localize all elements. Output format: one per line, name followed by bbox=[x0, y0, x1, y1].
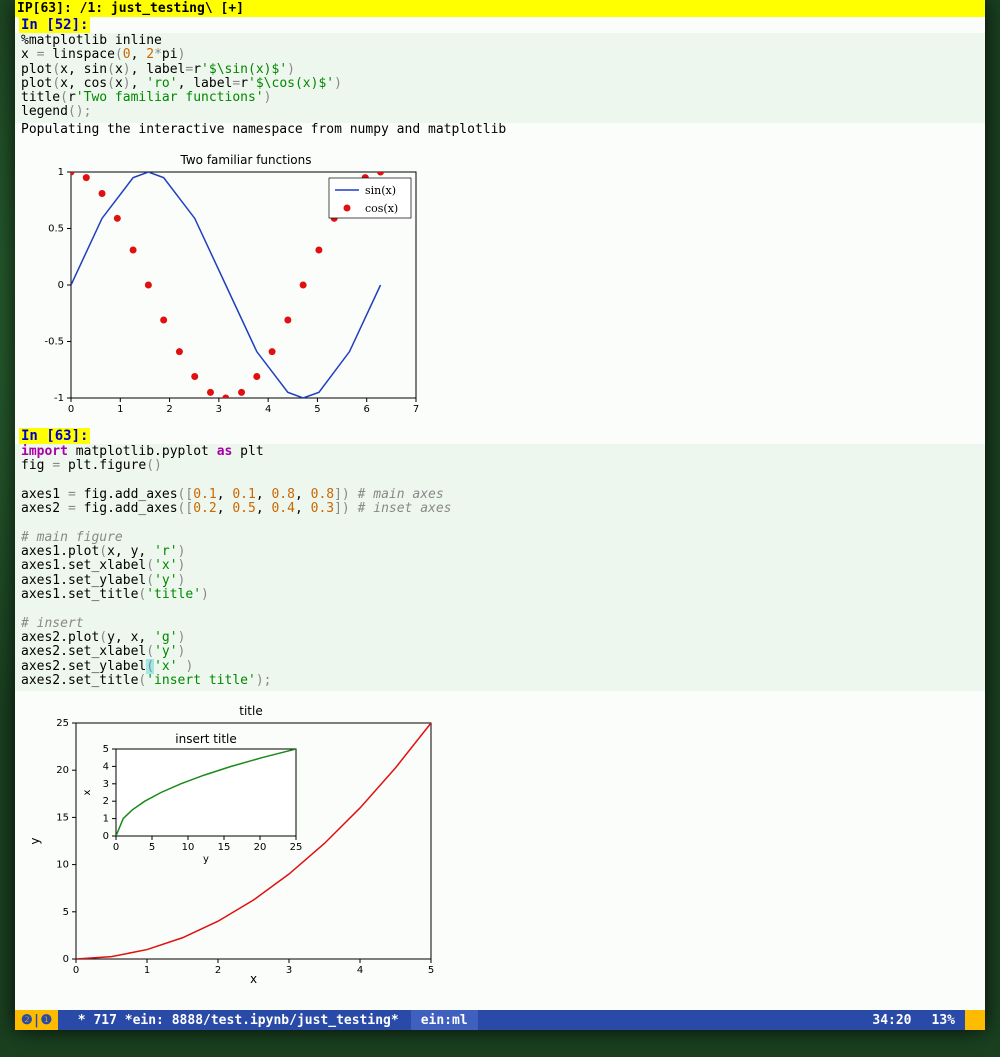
svg-text:title: title bbox=[239, 704, 262, 718]
svg-text:cos(x): cos(x) bbox=[365, 202, 398, 215]
svg-text:10: 10 bbox=[182, 842, 195, 853]
titlebar: IP[63]: /1: just_testing\ [+] bbox=[15, 0, 985, 17]
svg-text:-0.5: -0.5 bbox=[44, 337, 64, 348]
modeline-position: 34:20 bbox=[862, 1013, 921, 1028]
cell-1-code[interactable]: %matplotlib inline x = linspace(0, 2*pi)… bbox=[15, 33, 985, 123]
svg-text:10: 10 bbox=[56, 860, 69, 871]
svg-text:25: 25 bbox=[56, 718, 69, 729]
svg-text:-1: -1 bbox=[54, 393, 64, 404]
svg-text:3: 3 bbox=[286, 965, 292, 976]
modeline-end-block bbox=[965, 1010, 985, 1030]
svg-text:y: y bbox=[203, 854, 209, 865]
plot-2-svg: title0123450510152025xyinsert title05101… bbox=[21, 701, 441, 991]
svg-text:5: 5 bbox=[149, 842, 155, 853]
svg-text:5: 5 bbox=[63, 907, 69, 918]
svg-text:1: 1 bbox=[117, 404, 123, 415]
svg-text:3: 3 bbox=[216, 404, 222, 415]
svg-text:2: 2 bbox=[103, 796, 109, 807]
cell-1-stdout: Populating the interactive namespace fro… bbox=[15, 123, 985, 140]
svg-text:0: 0 bbox=[73, 965, 79, 976]
svg-text:0: 0 bbox=[103, 831, 109, 842]
buffer-content[interactable]: In [52]: %matplotlib inline x = linspace… bbox=[15, 17, 985, 1010]
svg-text:Two familiar functions: Two familiar functions bbox=[180, 153, 312, 167]
svg-text:x: x bbox=[250, 972, 257, 986]
svg-text:5: 5 bbox=[428, 965, 434, 976]
cell-2-code[interactable]: import matplotlib.pyplot as plt fig = pl… bbox=[15, 444, 985, 691]
svg-text:0: 0 bbox=[113, 842, 119, 853]
cell-2: In [63]: import matplotlib.pyplot as plt… bbox=[15, 428, 985, 999]
plot-1-svg: Two familiar functions 0 1 2 3 4 5 6 7 -1 -0.5 0 0.5… bbox=[21, 150, 421, 420]
svg-text:insert title: insert title bbox=[175, 732, 237, 746]
cell-1-plot: Two familiar functions 0 1 2 3 4 5 6 7 -1 -0.5 0 0.5… bbox=[15, 140, 985, 428]
cell-2-prompt: In [63]: bbox=[19, 428, 90, 444]
svg-text:3: 3 bbox=[103, 779, 109, 790]
svg-text:0.5: 0.5 bbox=[48, 224, 64, 235]
svg-text:4: 4 bbox=[265, 404, 271, 415]
svg-text:x: x bbox=[82, 790, 93, 796]
cell-1: In [52]: %matplotlib inline x = linspace… bbox=[15, 17, 985, 428]
svg-text:2: 2 bbox=[166, 404, 172, 415]
svg-text:20: 20 bbox=[254, 842, 267, 853]
modeline-percent: 13% bbox=[922, 1013, 965, 1028]
modeline: ❷|❶ * 717 *ein: 8888/test.ipynb/just_tes… bbox=[15, 1010, 985, 1030]
svg-text:0: 0 bbox=[63, 954, 69, 965]
cell-1-prompt: In [52]: bbox=[19, 17, 90, 33]
svg-text:7: 7 bbox=[413, 404, 419, 415]
svg-text:15: 15 bbox=[218, 842, 231, 853]
svg-text:0: 0 bbox=[58, 280, 64, 291]
svg-text:2: 2 bbox=[215, 965, 221, 976]
svg-text:4: 4 bbox=[103, 762, 109, 773]
svg-text:5: 5 bbox=[314, 404, 320, 415]
svg-text:25: 25 bbox=[290, 842, 303, 853]
modeline-major-mode: ein:ml bbox=[411, 1010, 478, 1030]
svg-text:y: y bbox=[28, 838, 42, 845]
svg-text:1: 1 bbox=[144, 965, 150, 976]
svg-text:1: 1 bbox=[103, 814, 109, 825]
svg-text:4: 4 bbox=[357, 965, 363, 976]
svg-text:15: 15 bbox=[56, 813, 69, 824]
emacs-window: IP[63]: /1: just_testing\ [+] In [52]: %… bbox=[15, 0, 985, 1030]
cell-2-plot: title0123450510152025xyinsert title05101… bbox=[15, 691, 985, 999]
svg-text:20: 20 bbox=[56, 765, 69, 776]
svg-text:sin(x): sin(x) bbox=[365, 184, 396, 197]
modeline-buffer-name: * 717 *ein: 8888/test.ipynb/just_testing… bbox=[58, 1013, 403, 1028]
svg-text:0: 0 bbox=[68, 404, 74, 415]
svg-text:1: 1 bbox=[58, 167, 64, 178]
svg-text:5: 5 bbox=[103, 744, 109, 755]
svg-text:6: 6 bbox=[364, 404, 370, 415]
modeline-workspace-indicator[interactable]: ❷|❶ bbox=[15, 1010, 58, 1030]
